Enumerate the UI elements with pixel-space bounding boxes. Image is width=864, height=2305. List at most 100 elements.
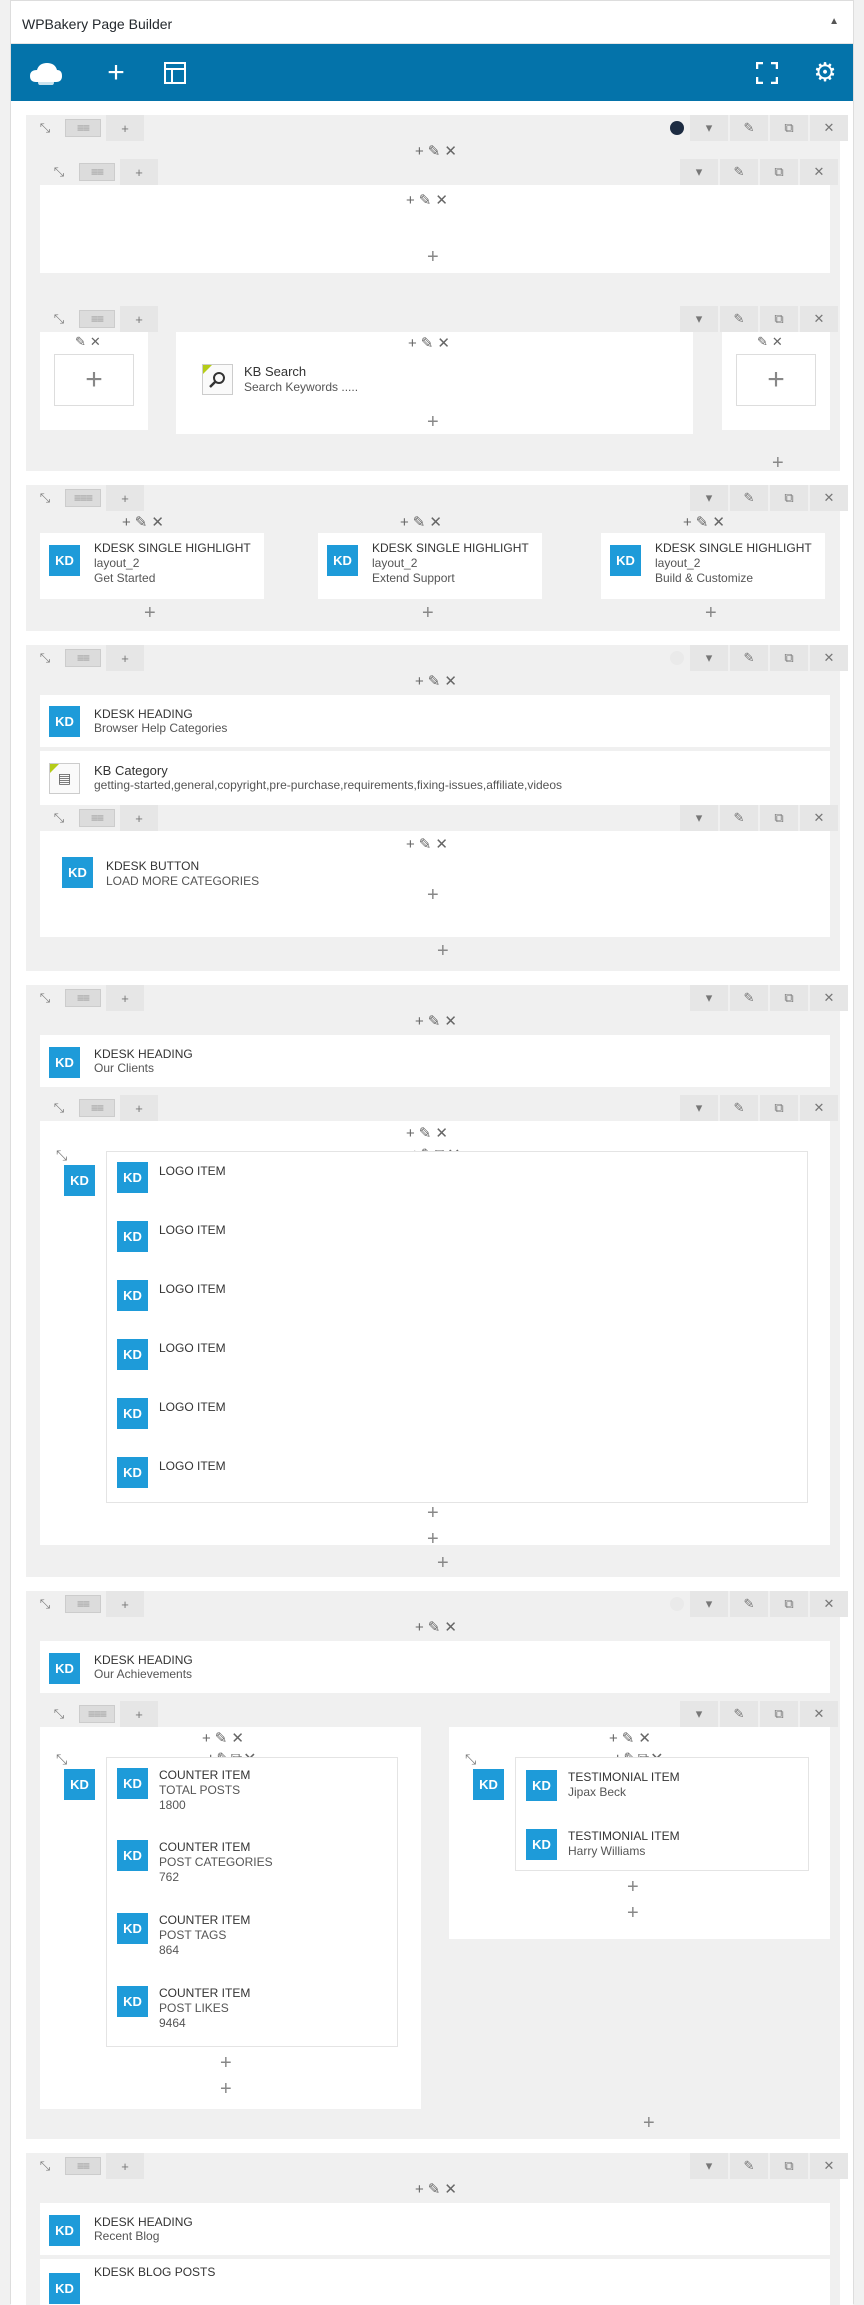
row-delete-button[interactable]: ✕ <box>810 485 848 511</box>
row-toggle-button[interactable]: ▾ <box>680 1095 718 1121</box>
highlight-element-3[interactable]: KD KDESK SINGLE HIGHLIGHT layout_2 Build… <box>601 533 825 599</box>
column-controls[interactable]: +✎✕ <box>406 1124 452 1142</box>
row-toggle-button[interactable]: ▾ <box>690 2153 728 2179</box>
row-delete-button[interactable]: ✕ <box>810 115 848 141</box>
counter-item[interactable]: KD COUNTER ITEM TOTAL POSTS 1800 <box>117 1766 387 1826</box>
row-delete-button[interactable]: ✕ <box>800 805 838 831</box>
expand-icon[interactable]: ⤡ <box>40 805 78 831</box>
logo-item[interactable]: KD LOGO ITEM <box>117 1455 417 1489</box>
row-delete-button[interactable]: ✕ <box>810 2153 848 2179</box>
add-column-button[interactable]: + <box>120 805 158 831</box>
drag-handle-icon[interactable]: ≡≡ <box>79 310 115 328</box>
testimonial-item[interactable]: KD TESTIMONIAL ITEM Harry Williams <box>526 1827 796 1867</box>
column-controls[interactable]: +✎✕ <box>609 1729 655 1747</box>
highlight-element-1[interactable]: KD KDESK SINGLE HIGHLIGHT layout_2 Get S… <box>40 533 264 599</box>
row-toggle-button[interactable]: ▾ <box>680 306 718 332</box>
testimonial-item[interactable]: KD TESTIMONIAL ITEM Jipax Beck <box>526 1768 796 1808</box>
expand-icon[interactable]: ⤡ <box>26 985 64 1011</box>
row-delete-button[interactable]: ✕ <box>810 1591 848 1617</box>
column-controls[interactable]: +✎✕ <box>406 835 452 853</box>
row-toggle-button[interactable]: ▾ <box>690 115 728 141</box>
drag-handle-icon[interactable]: ≡≡≡ <box>79 1705 115 1723</box>
add-element-button[interactable]: + <box>427 885 439 905</box>
expand-icon[interactable]: ⤡ <box>56 1147 67 1164</box>
logo-item[interactable]: KD LOGO ITEM <box>117 1337 417 1371</box>
drag-handle-icon[interactable]: ≡≡ <box>65 119 101 137</box>
highlight-element-2[interactable]: KD KDESK SINGLE HIGHLIGHT layout_2 Exten… <box>318 533 542 599</box>
add-element-button[interactable]: + <box>437 1553 449 1573</box>
kb-category-element[interactable]: ▤ KB Category getting-started,general,co… <box>40 751 830 807</box>
add-column-button[interactable]: + <box>106 485 144 511</box>
add-element-button[interactable]: + <box>627 1903 639 1923</box>
row-edit-button[interactable]: ✎ <box>720 1095 758 1121</box>
drag-handle-icon[interactable]: ≡≡ <box>79 163 115 181</box>
row-edit-button[interactable]: ✎ <box>730 485 768 511</box>
counter-item[interactable]: KD COUNTER ITEM POST TAGS 864 <box>117 1911 387 1971</box>
column-controls[interactable]: +✎✕ <box>202 1729 248 1747</box>
add-column-button[interactable]: + <box>106 2153 144 2179</box>
row-clone-button[interactable]: ⧉ <box>770 485 808 511</box>
row-edit-button[interactable]: ✎ <box>730 1591 768 1617</box>
add-element-button[interactable]: + <box>220 2053 232 2073</box>
add-element-button[interactable]: + <box>220 2079 232 2099</box>
blog-posts-element[interactable]: KD KDESK BLOG POSTS <box>40 2259 830 2305</box>
add-element-button[interactable]: + <box>437 941 449 961</box>
add-element-button[interactable]: + <box>144 603 156 623</box>
add-element-button[interactable]: + <box>427 412 439 432</box>
row-edit-button[interactable]: ✎ <box>730 645 768 671</box>
row-delete-button[interactable]: ✕ <box>800 159 838 185</box>
expand-icon[interactable]: ⤡ <box>465 1751 476 1768</box>
add-element-box[interactable]: + <box>736 354 816 406</box>
add-column-button[interactable]: + <box>106 1591 144 1617</box>
expand-icon[interactable]: ⤡ <box>26 485 64 511</box>
row-edit-button[interactable]: ✎ <box>720 805 758 831</box>
row-clone-button[interactable]: ⧉ <box>770 115 808 141</box>
column-controls[interactable]: +✎✕ <box>406 191 452 209</box>
add-element-button[interactable]: + <box>91 44 141 101</box>
expand-icon[interactable]: ⤡ <box>56 1751 67 1768</box>
column-controls[interactable]: +✎✕ <box>400 513 446 531</box>
row-delete-button[interactable]: ✕ <box>800 1095 838 1121</box>
column-controls[interactable]: +✎✕ <box>415 672 461 690</box>
expand-icon[interactable]: ⤡ <box>26 1591 64 1617</box>
expand-icon[interactable]: ⤡ <box>40 1701 78 1727</box>
row-toggle-button[interactable]: ▾ <box>680 159 718 185</box>
row-toggle-button[interactable]: ▾ <box>690 645 728 671</box>
column-controls[interactable]: +✎✕ <box>408 334 454 352</box>
column-controls[interactable]: ✎✕ <box>75 334 105 350</box>
expand-icon[interactable]: ⤡ <box>40 306 78 332</box>
add-element-button[interactable]: + <box>772 453 784 473</box>
column-controls[interactable]: +✎✕ <box>415 1012 461 1030</box>
drag-handle-icon[interactable]: ≡≡ <box>65 1595 101 1613</box>
drag-handle-icon[interactable]: ≡≡ <box>65 989 101 1007</box>
add-element-button[interactable]: + <box>705 603 717 623</box>
expand-icon[interactable]: ⤡ <box>26 645 64 671</box>
drag-handle-icon[interactable]: ≡≡ <box>65 2157 101 2175</box>
collapse-toggle-icon[interactable]: ▲ <box>829 16 839 27</box>
expand-icon[interactable]: ⤡ <box>26 115 64 141</box>
logo-item[interactable]: KD LOGO ITEM <box>117 1278 417 1312</box>
drag-handle-icon[interactable]: ≡≡ <box>79 1099 115 1117</box>
row-clone-button[interactable]: ⧉ <box>770 2153 808 2179</box>
counter-item[interactable]: KD COUNTER ITEM POST CATEGORIES 762 <box>117 1838 387 1898</box>
add-element-button[interactable]: + <box>643 2113 655 2133</box>
add-column-button[interactable]: + <box>120 1095 158 1121</box>
drag-handle-icon[interactable]: ≡≡≡ <box>65 489 101 507</box>
achievements-heading-element[interactable]: KD KDESK HEADING Our Achievements <box>40 1641 830 1693</box>
row-toggle-button[interactable]: ▾ <box>690 1591 728 1617</box>
add-column-button[interactable]: + <box>106 645 144 671</box>
clients-heading-element[interactable]: KD KDESK HEADING Our Clients <box>40 1035 830 1087</box>
drag-handle-icon[interactable]: ≡≡ <box>65 649 101 667</box>
row-edit-button[interactable]: ✎ <box>730 2153 768 2179</box>
row-edit-button[interactable]: ✎ <box>720 159 758 185</box>
add-column-button[interactable]: + <box>120 306 158 332</box>
row-toggle-button[interactable]: ▾ <box>690 485 728 511</box>
fullscreen-button[interactable] <box>742 44 792 101</box>
logo-item[interactable]: KD LOGO ITEM <box>117 1396 417 1430</box>
row-edit-button[interactable]: ✎ <box>730 985 768 1011</box>
add-column-button[interactable]: + <box>106 115 144 141</box>
column-controls[interactable]: +✎✕ <box>415 2180 461 2198</box>
add-element-button[interactable]: + <box>427 247 439 267</box>
add-element-button[interactable]: + <box>422 603 434 623</box>
row-edit-button[interactable]: ✎ <box>720 306 758 332</box>
